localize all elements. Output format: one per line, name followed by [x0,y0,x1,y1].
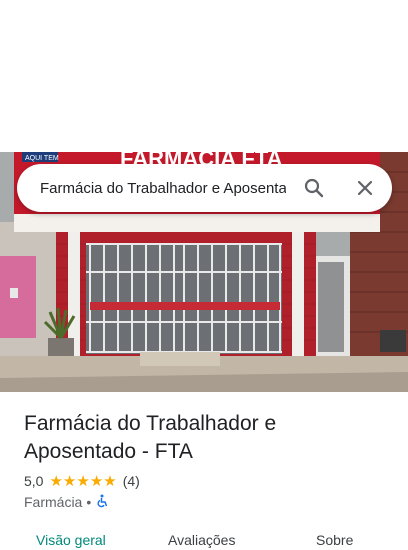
wheelchair-icon [95,494,109,511]
close-icon[interactable] [353,176,377,200]
review-count[interactable]: (4) [123,473,140,489]
place-title-line2: Aposentado - FTA [24,440,193,463]
tab-about[interactable]: Sobre [316,532,353,548]
rating-row[interactable]: 5,0 ★ ★ ★ ★ ★ (4) [24,472,140,490]
tab-reviews[interactable]: Avaliações [168,532,235,548]
place-title-line1: Farmácia do Trabalhador e [24,412,277,435]
place-tabs: Visão geral Avaliações Sobre [0,530,408,550]
small-sign-text: AQUI TEM [25,155,59,162]
rating-value: 5,0 [24,473,44,489]
tab-overview[interactable]: Visão geral [36,532,106,548]
place-category: Farmácia [24,494,83,510]
place-title: Farmácia do Trabalhador e Aposentado - F… [24,410,384,466]
search-icon[interactable] [302,176,326,200]
separator: • [86,494,92,510]
search-input[interactable]: Farmácia do Trabalhador e Aposentado - F… [40,180,286,197]
rating-stars: ★ ★ ★ ★ ★ [49,474,116,489]
star-icon: ★ [76,472,90,490]
star-icon: ★ [89,472,104,490]
star-icon: ★ [49,472,63,490]
category-row: Farmácia • [24,493,109,511]
map-blank-area [0,0,408,152]
star-icon: ★ [62,472,77,490]
search-bar[interactable]: Farmácia do Trabalhador e Aposentado - F… [17,164,392,212]
star-icon: ★ [103,472,117,490]
place-info-panel: Farmácia do Trabalhador e Aposentado - F… [0,392,408,548]
